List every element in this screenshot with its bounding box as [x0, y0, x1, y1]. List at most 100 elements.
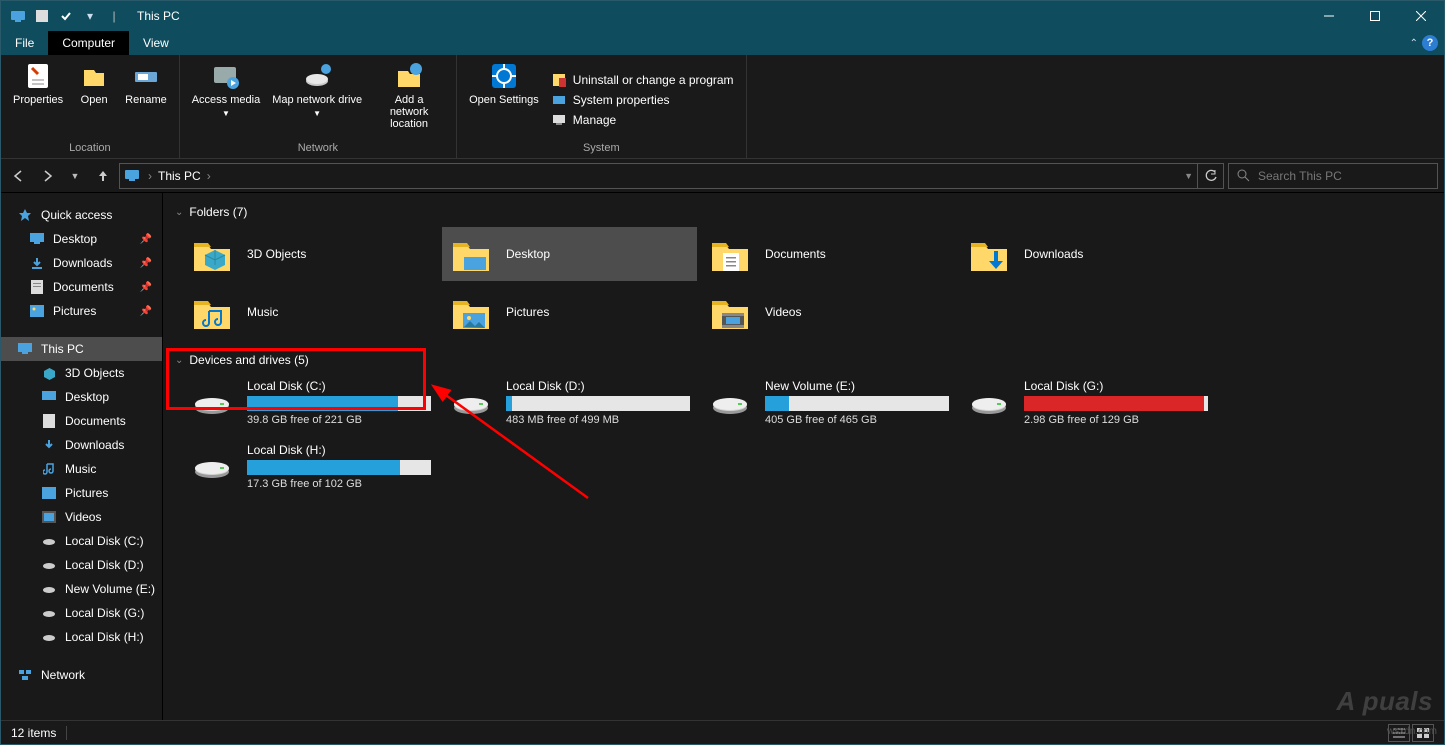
sidebar-item-desktop[interactable]: Desktop📌 — [1, 227, 162, 251]
drive-usage-bar — [247, 460, 431, 475]
sidebar-item-disk-h[interactable]: Local Disk (H:) — [1, 625, 162, 649]
folder-3d-objects[interactable]: 3D Objects — [183, 227, 438, 281]
manage-button[interactable]: Manage — [545, 110, 740, 130]
tab-view[interactable]: View — [129, 31, 183, 55]
rename-button[interactable]: Rename — [119, 57, 173, 142]
window-title: This PC — [137, 9, 180, 23]
qat-item[interactable] — [55, 5, 77, 27]
search-input[interactable] — [1258, 169, 1429, 183]
open-settings-button[interactable]: Open Settings — [463, 57, 545, 142]
folder-videos[interactable]: Videos — [701, 285, 956, 339]
pin-icon: 📌 — [140, 234, 152, 245]
sidebar-item-disk-e[interactable]: New Volume (E:) — [1, 577, 162, 601]
status-bar: 12 items — [1, 720, 1444, 744]
downloads-icon — [29, 255, 45, 271]
drive-icon — [41, 557, 57, 573]
pictures-icon — [29, 303, 45, 319]
folder-music[interactable]: Music — [183, 285, 438, 339]
chevron-right-icon[interactable]: › — [207, 169, 211, 183]
drive-icon — [968, 386, 1010, 418]
address-dropdown-icon[interactable]: ▼ — [1184, 171, 1193, 181]
pin-icon: 📌 — [140, 282, 152, 293]
tab-file[interactable]: File — [1, 31, 48, 55]
sidebar-item-desktop-pc[interactable]: Desktop — [1, 385, 162, 409]
back-button[interactable] — [7, 164, 31, 188]
chevron-down-icon: ⌄ — [175, 355, 183, 366]
documents-icon — [29, 279, 45, 295]
map-drive-button[interactable]: Map network drive▼ — [266, 57, 368, 142]
folder-desktop[interactable]: Desktop — [442, 227, 697, 281]
up-button[interactable] — [91, 164, 115, 188]
uninstall-button[interactable]: Uninstall or change a program — [545, 70, 740, 90]
address-bar[interactable]: › This PC › ▼ — [119, 163, 1198, 189]
sidebar-item-videos[interactable]: Videos — [1, 505, 162, 529]
desktop-icon — [29, 231, 45, 247]
explorer-window: ▾ | This PC File Computer View ⌃ ? Prope… — [0, 0, 1445, 745]
qat-divider: | — [103, 5, 125, 27]
sidebar-item-disk-c[interactable]: Local Disk (C:) — [1, 529, 162, 553]
chevron-down-icon: ⌄ — [175, 207, 183, 218]
drive-d[interactable]: Local Disk (D:) 483 MB free of 499 MB — [442, 375, 697, 429]
maximize-button[interactable] — [1352, 1, 1398, 31]
sidebar-item-network[interactable]: Network — [1, 663, 162, 687]
refresh-button[interactable] — [1198, 163, 1224, 189]
drive-h[interactable]: Local Disk (H:)17.3 GB free of 102 GB — [183, 439, 438, 493]
sidebar-item-disk-d[interactable]: Local Disk (D:) — [1, 553, 162, 577]
sidebar-item-music[interactable]: Music — [1, 457, 162, 481]
pictures-icon — [41, 485, 57, 501]
drive-usage-bar — [247, 396, 431, 411]
downloads-icon — [41, 437, 57, 453]
sidebar-item-downloads-pc[interactable]: Downloads — [1, 433, 162, 457]
breadcrumb[interactable]: This PC — [158, 169, 201, 183]
star-icon — [17, 207, 33, 223]
pc-icon — [17, 341, 33, 357]
search-icon — [1237, 169, 1250, 182]
folder-pictures[interactable]: Pictures — [442, 285, 697, 339]
sidebar-item-3d-objects[interactable]: 3D Objects — [1, 361, 162, 385]
drive-icon — [191, 450, 233, 482]
drive-icon — [41, 533, 57, 549]
drive-name: Local Disk (C:) — [247, 379, 431, 393]
sidebar-item-quick-access[interactable]: Quick access — [1, 203, 162, 227]
properties-button[interactable]: Properties — [7, 57, 69, 142]
forward-button[interactable] — [35, 164, 59, 188]
qat-dropdown[interactable]: ▾ — [79, 5, 101, 27]
drive-c[interactable]: Local Disk (C:)39.8 GB free of 221 GB — [183, 375, 438, 429]
sidebar-item-downloads[interactable]: Downloads📌 — [1, 251, 162, 275]
drive-name: Local Disk (D:) — [506, 379, 690, 393]
content-pane: ⌄Folders (7) 3D Objects Desktop Document… — [163, 193, 1444, 720]
search-box[interactable] — [1228, 163, 1438, 189]
cube-icon — [41, 365, 57, 381]
pin-icon: 📌 — [140, 258, 152, 269]
collapse-ribbon-icon[interactable]: ⌃ — [1410, 38, 1418, 49]
sidebar-item-disk-g[interactable]: Local Disk (G:) — [1, 601, 162, 625]
folder-documents[interactable]: Documents — [701, 227, 956, 281]
network-icon — [17, 667, 33, 683]
drive-g[interactable]: Local Disk (G:)2.98 GB free of 129 GB — [960, 375, 1215, 429]
sidebar-item-documents[interactable]: Documents📌 — [1, 275, 162, 299]
tab-computer[interactable]: Computer — [48, 31, 129, 55]
sidebar-item-pictures[interactable]: Pictures📌 — [1, 299, 162, 323]
open-button[interactable]: Open — [69, 57, 119, 142]
access-media-button[interactable]: Access media▼ — [186, 57, 266, 142]
qat-item[interactable] — [31, 5, 53, 27]
add-network-location-button[interactable]: Add a network location — [368, 57, 450, 142]
source-label: wsxdn.com — [1387, 726, 1437, 737]
group-header-folders[interactable]: ⌄Folders (7) — [175, 205, 1434, 219]
sidebar-item-pictures-pc[interactable]: Pictures — [1, 481, 162, 505]
recent-dropdown[interactable]: ▼ — [63, 164, 87, 188]
sidebar-item-this-pc[interactable]: This PC — [1, 337, 162, 361]
minimize-button[interactable] — [1306, 1, 1352, 31]
drive-free-text: 483 MB free of 499 MB — [506, 414, 690, 426]
window-controls — [1306, 1, 1444, 31]
group-header-drives[interactable]: ⌄Devices and drives (5) — [175, 353, 1434, 367]
sidebar-item-documents-pc[interactable]: Documents — [1, 409, 162, 433]
drive-e[interactable]: New Volume (E:)405 GB free of 465 GB — [701, 375, 956, 429]
close-button[interactable] — [1398, 1, 1444, 31]
quick-access-toolbar: ▾ | — [1, 5, 125, 27]
folder-downloads[interactable]: Downloads — [960, 227, 1215, 281]
help-icon[interactable]: ? — [1422, 35, 1438, 51]
videos-icon — [41, 509, 57, 525]
drive-icon — [41, 581, 57, 597]
system-properties-button[interactable]: System properties — [545, 90, 740, 110]
